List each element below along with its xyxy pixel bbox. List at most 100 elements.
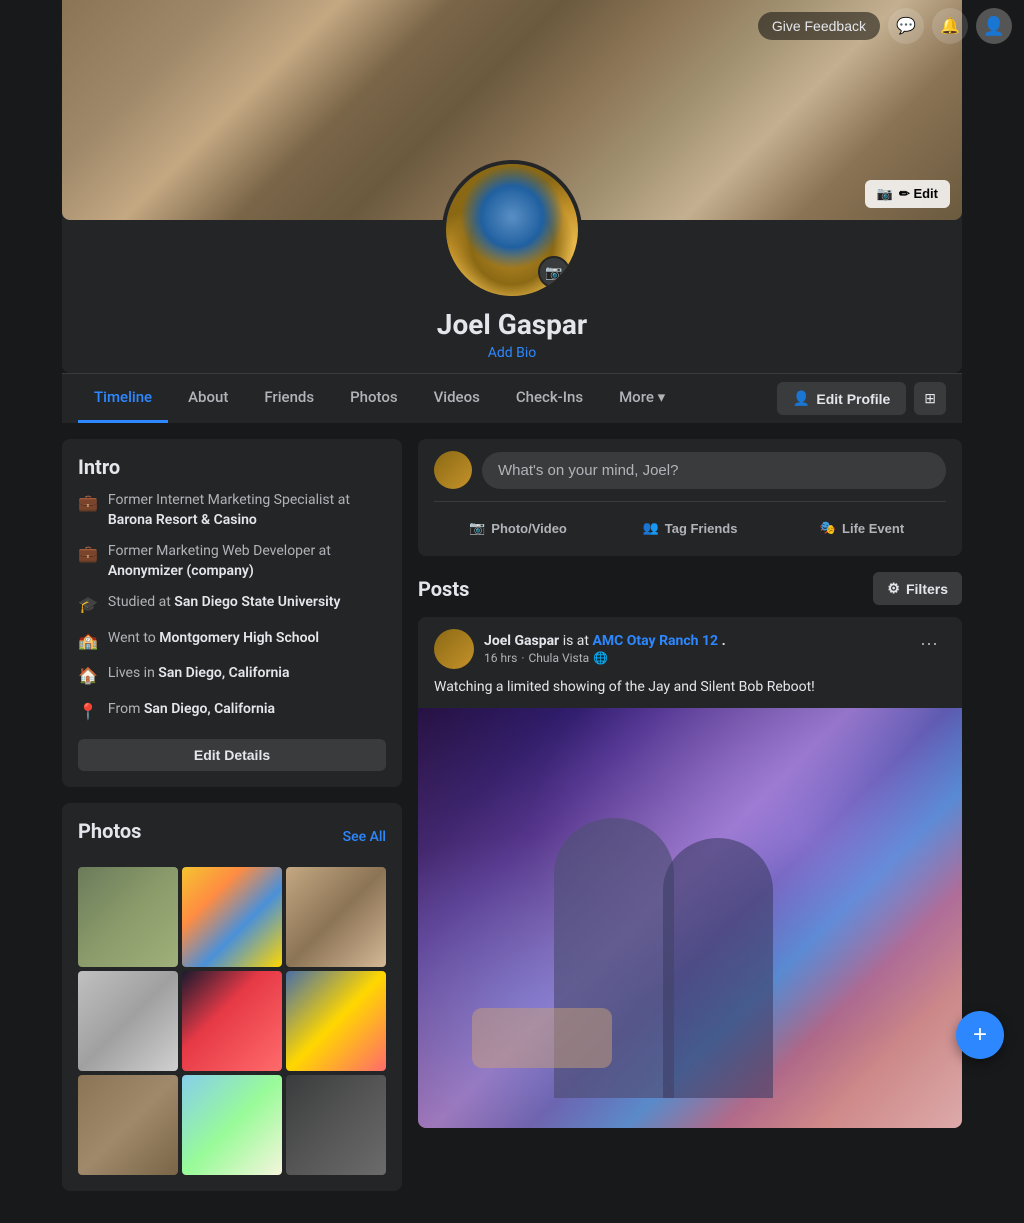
lives-location: San Diego, California [158, 665, 289, 681]
filters-button[interactable]: ⚙ Filters [873, 572, 962, 605]
bell-icon: 🔔 [940, 16, 960, 36]
user-avatar[interactable]: 👤 [976, 8, 1012, 44]
post-author-info: Joel Gaspar is at AMC Otay Ranch 12 . 16… [434, 629, 726, 669]
intro-item-job1: 💼 Former Internet Marketing Specialist a… [78, 491, 386, 530]
tab-checkins[interactable]: Check-Ins [500, 374, 599, 423]
add-bio-link[interactable]: Add Bio [488, 345, 537, 361]
tag-friends-button[interactable]: 👥 Tag Friends [606, 512, 774, 544]
post-avatar [434, 451, 472, 489]
see-all-photos-link[interactable]: See All [343, 829, 386, 845]
photos-header: Photos See All [78, 819, 386, 855]
post-separator: · [521, 651, 524, 665]
photo-thumb-4[interactable] [78, 971, 178, 1071]
photo-video-icon: 📷 [469, 520, 485, 536]
filters-icon: ⚙ [887, 580, 900, 597]
intro-title: Intro [78, 455, 386, 479]
profile-avatar: 📷 [442, 160, 582, 300]
photo-video-button[interactable]: 📷 Photo/Video [434, 512, 602, 544]
profile-section: 📷 Joel Gaspar Add Bio [62, 160, 962, 373]
post-more-button[interactable]: ··· [912, 629, 946, 658]
home-icon: 🏠 [78, 665, 98, 687]
post-text: Watching a limited showing of the Jay an… [418, 677, 962, 708]
post-card: Joel Gaspar is at AMC Otay Ranch 12 . 16… [418, 617, 962, 1128]
intro-card: Intro 💼 Former Internet Marketing Specia… [62, 439, 402, 787]
photos-card: Photos See All [62, 803, 402, 1191]
life-event-button[interactable]: 🎭 Life Event [778, 512, 946, 544]
photo-thumb-8[interactable] [182, 1075, 282, 1175]
edit-details-button[interactable]: Edit Details [78, 739, 386, 771]
right-column: What's on your mind, Joel? 📷 Photo/Video… [418, 439, 962, 1207]
post-at-text: is at [563, 633, 593, 649]
avatar-icon: 👤 [983, 16, 1005, 37]
photo-thumb-5[interactable] [182, 971, 282, 1071]
photo-thumb-3[interactable] [286, 867, 386, 967]
fab-icon: + [973, 1021, 987, 1049]
life-event-icon: 🎭 [820, 520, 836, 536]
posts-header: Posts ⚙ Filters [418, 572, 962, 605]
add-post-top: What's on your mind, Joel? [434, 451, 946, 489]
briefcase-icon-1: 💼 [78, 492, 98, 514]
job2-company: Anonymizer (company) [108, 563, 254, 579]
photo-thumb-1[interactable] [78, 867, 178, 967]
post-more-icon: ··· [920, 633, 938, 653]
notifications-button[interactable]: 🔔 [932, 8, 968, 44]
photo-thumb-6[interactable] [286, 971, 386, 1071]
intro-item-highschool: 🏫 Went to Montgomery High School [78, 629, 386, 652]
edit-profile-button[interactable]: 👤 Edit Profile [777, 382, 906, 415]
post-globe-icon: 🌐 [593, 651, 608, 665]
photo-thumb-2[interactable] [182, 867, 282, 967]
post-meta: 16 hrs · Chula Vista 🌐 [484, 651, 726, 665]
tab-timeline[interactable]: Timeline [78, 374, 168, 423]
edit-profile-icon: 👤 [793, 390, 810, 407]
messenger-button[interactable]: 💬 [888, 8, 924, 44]
top-nav: Give Feedback 💬 🔔 👤 [746, 0, 1024, 52]
tab-about[interactable]: About [172, 374, 244, 423]
left-column: Intro 💼 Former Internet Marketing Specia… [62, 439, 402, 1207]
add-post-button[interactable]: What's on your mind, Joel? [482, 452, 946, 489]
job1-company: Barona Resort & Casino [108, 512, 257, 528]
cover-container: 📷 ✏ Edit 📷 Joel Gaspar Add Bio [62, 0, 962, 373]
post-actions: 📷 Photo/Video 👥 Tag Friends 🎭 Life Event [434, 501, 946, 544]
post-location-link[interactable]: AMC Otay Ranch 12 [592, 633, 718, 649]
avatar-camera-button[interactable]: 📷 [538, 256, 570, 288]
photos-title: Photos [78, 819, 141, 843]
give-feedback-button[interactable]: Give Feedback [758, 12, 880, 40]
intro-item-university: 🎓 Studied at San Diego State University [78, 593, 386, 616]
tab-friends[interactable]: Friends [248, 374, 330, 423]
school-icon: 🏫 [78, 630, 98, 652]
tab-more[interactable]: More ▾ [603, 374, 681, 423]
grid-view-button[interactable]: ⊞ [914, 382, 946, 415]
tab-photos[interactable]: Photos [334, 374, 413, 423]
post-location-suffix: . [722, 633, 726, 649]
photo-thumb-7[interactable] [78, 1075, 178, 1175]
graduation-icon: 🎓 [78, 594, 98, 616]
fab-button[interactable]: + [956, 1011, 1004, 1059]
posts-title: Posts [418, 577, 469, 601]
tab-actions: 👤 Edit Profile ⊞ [777, 382, 946, 415]
pin-icon: 📍 [78, 701, 98, 723]
author-name-text[interactable]: Joel Gaspar [484, 633, 559, 649]
post-location-tag: Chula Vista [528, 651, 589, 665]
intro-item-from: 📍 From San Diego, California [78, 700, 386, 723]
grid-icon: ⊞ [924, 390, 936, 406]
avatar-area: 📷 Joel Gaspar Add Bio [62, 160, 962, 373]
profile-name: Joel Gaspar [437, 308, 587, 341]
avatar-camera-icon: 📷 [545, 264, 562, 281]
from-location: San Diego, California [144, 701, 275, 717]
post-image [418, 708, 962, 1128]
post-time: 16 hrs [484, 651, 517, 665]
post-author-name: Joel Gaspar is at AMC Otay Ranch 12 . [484, 633, 726, 649]
photos-grid [78, 867, 386, 1175]
add-post-card: What's on your mind, Joel? 📷 Photo/Video… [418, 439, 962, 556]
figure-right [663, 838, 773, 1098]
highschool-name: Montgomery High School [159, 630, 319, 646]
university-name: San Diego State University [174, 594, 340, 610]
tab-videos[interactable]: Videos [418, 374, 496, 423]
post-header: Joel Gaspar is at AMC Otay Ranch 12 . 16… [418, 617, 962, 677]
tag-friends-icon: 👥 [643, 520, 659, 536]
post-author-avatar [434, 629, 474, 669]
intro-item-job2: 💼 Former Marketing Web Developer at Anon… [78, 542, 386, 581]
messenger-icon: 💬 [896, 16, 916, 36]
photo-thumb-9[interactable] [286, 1075, 386, 1175]
hand-holding [472, 1008, 612, 1068]
